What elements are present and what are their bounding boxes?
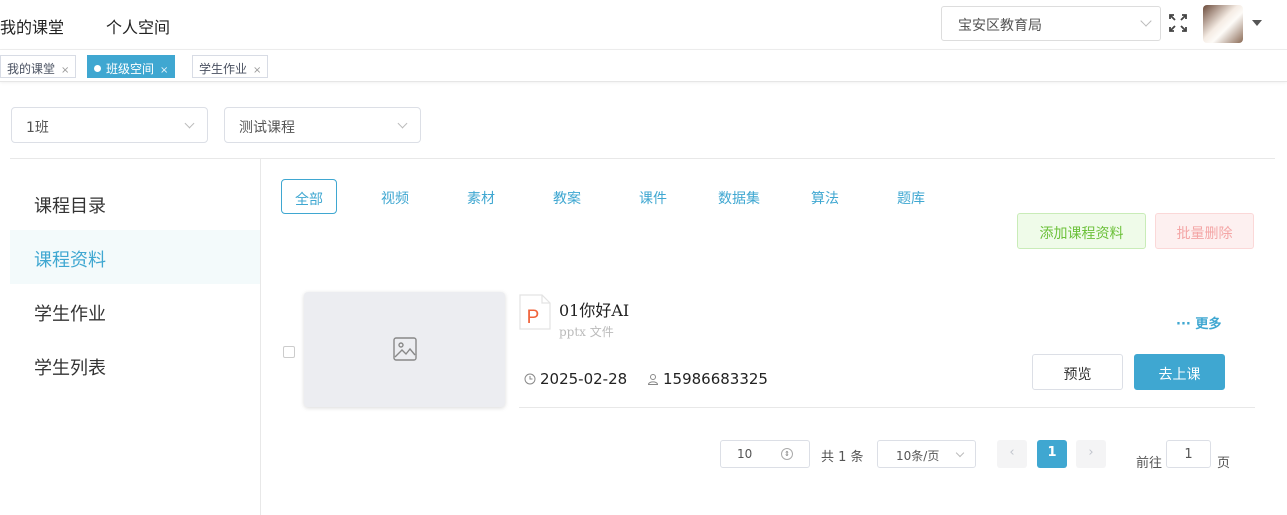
- caret-down-icon[interactable]: [1252, 20, 1262, 26]
- resource-date-value: 2025-02-28: [540, 370, 628, 388]
- fullscreen-icon[interactable]: [1169, 14, 1187, 32]
- category-algorithm[interactable]: 算法: [810, 179, 840, 214]
- goto-label: 前往: [1136, 456, 1163, 471]
- resource-user-value: 15986683325: [663, 370, 768, 388]
- divider: [519, 407, 1255, 408]
- active-dot-icon: [94, 65, 101, 72]
- prev-page-button[interactable]: ‹: [997, 440, 1027, 468]
- class-select-value: 1班: [26, 120, 49, 136]
- close-icon[interactable]: ×: [61, 65, 69, 76]
- org-select[interactable]: 宝安区教育局: [941, 6, 1161, 41]
- divider: [10, 158, 1275, 159]
- sidebar-item-student-homework[interactable]: 学生作业: [10, 284, 260, 338]
- resource-user: 15986683325: [647, 370, 768, 388]
- resource-title[interactable]: 01你好AI: [559, 297, 629, 321]
- nav-personal-space[interactable]: 个人空间: [106, 14, 170, 38]
- total-count: 共 1 条: [821, 450, 864, 465]
- tab-label: 我的课堂: [7, 62, 56, 76]
- sidebar-item-student-list[interactable]: 学生列表: [10, 338, 260, 392]
- class-select[interactable]: 1班: [11, 107, 208, 143]
- image-icon: [393, 337, 417, 361]
- category-all[interactable]: 全部: [281, 179, 337, 214]
- category-courseware[interactable]: 课件: [638, 179, 668, 214]
- ppt-letter: P: [527, 307, 540, 328]
- chevron-down-icon: [184, 118, 195, 129]
- tab-class-space[interactable]: 班级空间 ×: [87, 55, 176, 78]
- course-select-value: 测试课程: [239, 120, 295, 136]
- tabs-bar: 我的课堂 × 班级空间 × 学生作业 ×: [0, 50, 1287, 82]
- tab-student-homework[interactable]: 学生作业 ×: [192, 55, 269, 78]
- more-button[interactable]: ··· 更多: [1176, 313, 1221, 332]
- chevron-down-icon: [1140, 15, 1152, 27]
- go-to-class-button[interactable]: 去上课: [1134, 354, 1225, 390]
- page-size-value: 10: [737, 447, 753, 461]
- page-suffix: 页: [1217, 456, 1231, 471]
- tab-label: 班级空间: [106, 62, 155, 76]
- batch-delete-button[interactable]: 批量删除: [1155, 213, 1254, 249]
- top-bar: 我的课堂 个人空间 宝安区教育局: [0, 0, 1287, 50]
- resource-date: 2025-02-28: [524, 370, 627, 388]
- org-select-value: 宝安区教育局: [958, 18, 1042, 34]
- user-icon: [647, 374, 659, 385]
- chevron-down-icon: [397, 118, 408, 129]
- spinner-icon[interactable]: ⇕: [781, 448, 793, 460]
- category-material[interactable]: 素材: [466, 179, 496, 214]
- divider: [260, 159, 261, 515]
- course-select[interactable]: 测试课程: [224, 107, 421, 143]
- sidebar-item-course-catalog[interactable]: 课程目录: [10, 176, 260, 230]
- goto-page-input[interactable]: 1: [1166, 440, 1211, 468]
- per-page-value: 10条/页: [896, 449, 940, 463]
- category-question-bank[interactable]: 题库: [896, 179, 926, 214]
- page-size-input[interactable]: 10 ⇕: [720, 440, 810, 468]
- tab-my-classroom[interactable]: 我的课堂 ×: [0, 55, 77, 78]
- category-video[interactable]: 视频: [380, 179, 410, 214]
- category-lesson-plan[interactable]: 教案: [552, 179, 582, 214]
- per-page-select[interactable]: 10条/页: [877, 440, 976, 468]
- close-icon[interactable]: ×: [253, 65, 261, 76]
- add-material-button[interactable]: 添加课程资料: [1017, 213, 1146, 249]
- row-checkbox[interactable]: [283, 346, 295, 358]
- preview-button[interactable]: 预览: [1032, 354, 1123, 390]
- sidebar-item-course-materials[interactable]: 课程资料: [10, 230, 260, 284]
- nav-my-classroom[interactable]: 我的课堂: [0, 14, 64, 38]
- category-dataset[interactable]: 数据集: [717, 179, 761, 214]
- page-1-button[interactable]: 1: [1037, 440, 1067, 468]
- ppt-file-icon: P: [519, 294, 551, 330]
- next-page-button[interactable]: ›: [1076, 440, 1106, 468]
- thumbnail: [304, 292, 505, 407]
- close-icon[interactable]: ×: [160, 65, 168, 76]
- clock-icon: [524, 373, 536, 385]
- chevron-down-icon: [955, 448, 965, 458]
- resource-type: pptx 文件: [559, 325, 614, 339]
- avatar[interactable]: [1203, 5, 1243, 43]
- tab-label: 学生作业: [199, 62, 248, 76]
